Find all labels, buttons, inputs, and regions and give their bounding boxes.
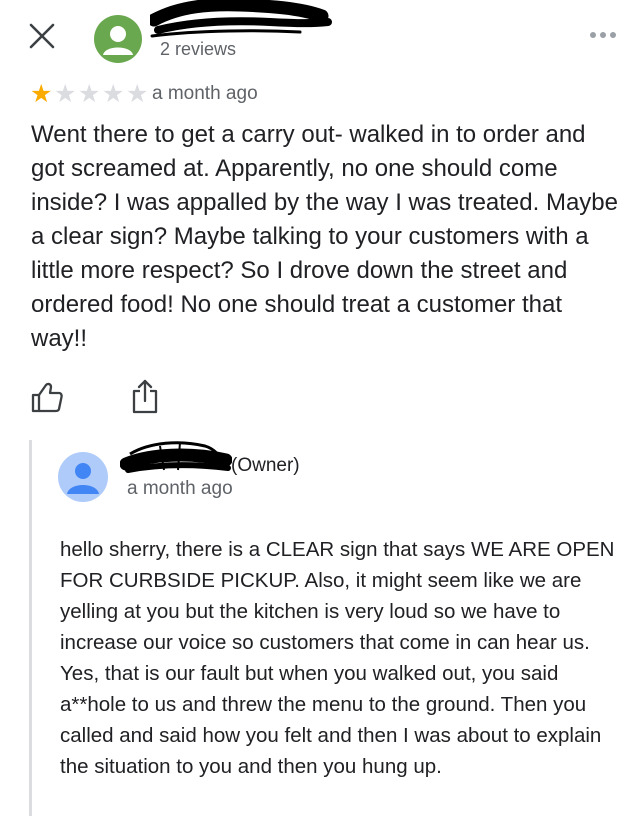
share-button[interactable] [130,378,160,414]
owner-tag: (Owner) [231,455,300,476]
star-icon: ★ [78,78,101,108]
thumbs-up-icon [31,382,63,413]
more-options-button[interactable] [588,28,618,42]
reviewer-avatar[interactable] [94,15,142,63]
star-icon: ★ [102,78,125,108]
review-text: Went there to get a carry out- walked in… [31,121,618,352]
owner-reply-text: hello sherry, there is a CLEAR sign that… [60,538,615,778]
reviewer-name-redacted [147,0,335,42]
owner-avatar[interactable] [58,452,108,502]
share-icon [132,379,158,414]
close-button[interactable] [26,20,58,52]
star-rating: ★ ★ ★ ★ ★ [30,80,150,106]
star-icon: ★ [54,78,77,108]
like-button[interactable] [30,380,64,414]
more-options-icon [590,32,616,38]
person-icon [67,463,99,494]
owner-reply-time: a month ago [127,478,233,499]
close-icon [29,23,55,49]
owner-name-redacted [119,434,233,478]
review-time: a month ago [152,83,258,104]
star-icon: ★ [126,78,149,108]
reply-indent-bar [29,440,32,816]
star-icon: ★ [30,78,53,108]
person-icon [103,26,133,55]
reviewer-reviews-count: 2 reviews [160,39,237,59]
